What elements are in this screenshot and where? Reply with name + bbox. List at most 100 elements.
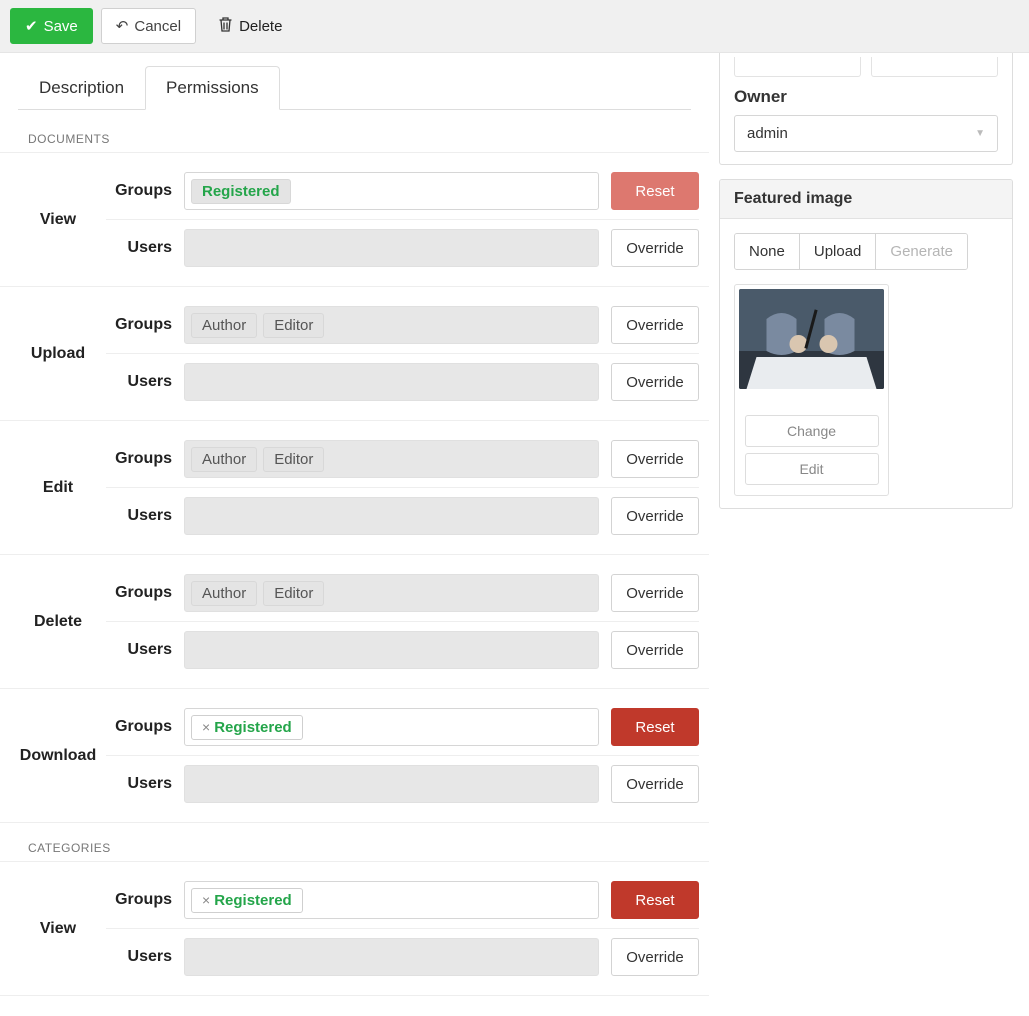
section-categories: CATEGORIES — [0, 823, 709, 861]
partial-control-right[interactable] — [871, 57, 998, 77]
override-button[interactable]: Override — [611, 938, 699, 976]
categories-permissions: ViewGroups ×Registered Reset Users Override — [0, 861, 709, 996]
reset-button[interactable]: Reset — [611, 708, 699, 746]
users-input — [184, 363, 599, 401]
row-label-users: Users — [106, 641, 184, 659]
row-label-users: Users — [106, 373, 184, 391]
save-button[interactable]: ✔ Save — [10, 8, 93, 44]
left-column: Description Permissions DOCUMENTS ViewGr… — [0, 53, 709, 1016]
documents-title: Upload — [10, 297, 106, 410]
featured-heading: Featured image — [720, 180, 1012, 219]
row-label-users: Users — [106, 775, 184, 793]
tag-author: Author — [191, 581, 257, 606]
owner-select[interactable]: admin ▼ — [734, 115, 998, 152]
tag-registered: Registered — [191, 179, 291, 204]
row-label-users: Users — [106, 239, 184, 257]
featured-thumbnail[interactable] — [739, 289, 884, 389]
trash-icon — [218, 16, 233, 36]
documents-block-download: DownloadGroups ×Registered Reset Users Overr… — [0, 689, 709, 823]
override-button[interactable]: Override — [611, 363, 699, 401]
reset-button[interactable]: Reset — [611, 881, 699, 919]
featured-image-panel: Featured image None Upload Generate — [719, 179, 1013, 509]
row-label-groups: Groups — [106, 584, 184, 602]
groups-input: Author Editor — [184, 306, 599, 344]
tag-label: Editor — [274, 317, 313, 334]
tab-description[interactable]: Description — [18, 66, 145, 110]
override-button[interactable]: Override — [611, 631, 699, 669]
documents-permissions: ViewGroupsRegisteredResetUsersOverrideUp… — [0, 152, 709, 823]
users-input — [184, 631, 599, 669]
tag-label: Registered — [202, 183, 280, 200]
row-label-users: Users — [106, 507, 184, 525]
remove-tag-icon[interactable]: × — [202, 892, 210, 908]
groups-input[interactable]: ×Registered — [184, 708, 599, 746]
tag-label: Author — [202, 317, 246, 334]
delete-button[interactable]: Delete — [204, 8, 296, 44]
undo-icon: ↶ — [116, 17, 129, 35]
right-column: Owner admin ▼ Featured image None Upload… — [709, 53, 1029, 543]
row-label-groups: Groups — [106, 718, 184, 736]
partial-control-left[interactable] — [734, 57, 861, 77]
tag-editor: Editor — [263, 313, 324, 338]
override-button[interactable]: Override — [611, 306, 699, 344]
override-button[interactable]: Override — [611, 440, 699, 478]
checkmark-icon: ✔ — [25, 17, 38, 35]
row-label-groups: Groups — [106, 182, 184, 200]
groups-input: Author Editor — [184, 440, 599, 478]
cancel-button[interactable]: ↶ Cancel — [101, 8, 196, 44]
row-label-groups: Groups — [106, 316, 184, 334]
users-input — [184, 229, 599, 267]
override-button[interactable]: Override — [611, 765, 699, 803]
tag-registered[interactable]: ×Registered — [191, 888, 303, 913]
featured-mode-segment: None Upload Generate — [734, 233, 968, 270]
featured-change-button[interactable]: Change — [745, 415, 879, 447]
tag-label: Editor — [274, 451, 313, 468]
owner-label: Owner — [734, 87, 998, 107]
tag-label: Author — [202, 585, 246, 602]
delete-label: Delete — [239, 18, 282, 35]
owner-value: admin — [747, 125, 788, 142]
users-input — [184, 765, 599, 803]
featured-edit-button[interactable]: Edit — [745, 453, 879, 485]
override-button[interactable]: Override — [611, 497, 699, 535]
chevron-down-icon: ▼ — [975, 128, 985, 139]
featured-seg-generate[interactable]: Generate — [875, 234, 967, 269]
row-label-groups: Groups — [106, 891, 184, 909]
reset-button[interactable]: Reset — [611, 172, 699, 210]
featured-thumbnail-card: Change Edit — [734, 284, 889, 496]
row-label-groups: Groups — [106, 450, 184, 468]
documents-title: Download — [10, 699, 106, 812]
top-toolbar: ✔ Save ↶ Cancel Delete — [0, 0, 1029, 53]
groups-input[interactable]: Registered — [184, 172, 599, 210]
tag-author: Author — [191, 313, 257, 338]
tag-label: Registered — [214, 892, 292, 909]
groups-input[interactable]: ×Registered — [184, 881, 599, 919]
remove-tag-icon[interactable]: × — [202, 719, 210, 735]
tab-permissions[interactable]: Permissions — [145, 66, 280, 110]
users-input — [184, 497, 599, 535]
tag-editor: Editor — [263, 581, 324, 606]
documents-block-edit: EditGroups Author Editor Override Users Overr… — [0, 421, 709, 555]
featured-seg-upload[interactable]: Upload — [799, 234, 876, 269]
tag-registered[interactable]: ×Registered — [191, 715, 303, 740]
tag-label: Registered — [214, 719, 292, 736]
save-label: Save — [44, 18, 78, 35]
categories-title: View — [10, 872, 106, 985]
documents-title: Edit — [10, 431, 106, 544]
cropped-controls — [734, 57, 998, 87]
override-button[interactable]: Override — [611, 229, 699, 267]
override-button[interactable]: Override — [611, 574, 699, 612]
section-documents: DOCUMENTS — [0, 114, 709, 152]
tag-editor: Editor — [263, 447, 324, 472]
documents-title: Delete — [10, 565, 106, 678]
tag-label: Editor — [274, 585, 313, 602]
row-label-users: Users — [106, 948, 184, 966]
groups-input: Author Editor — [184, 574, 599, 612]
documents-block-delete: DeleteGroups Author Editor Override Users Ove… — [0, 555, 709, 689]
cancel-label: Cancel — [134, 18, 181, 35]
documents-title: View — [10, 163, 106, 276]
featured-seg-none[interactable]: None — [735, 234, 799, 269]
categories-block-view: ViewGroups ×Registered Reset Users Override — [0, 861, 709, 996]
documents-block-upload: UploadGroups Author Editor Override Users Ove… — [0, 287, 709, 421]
tag-author: Author — [191, 447, 257, 472]
